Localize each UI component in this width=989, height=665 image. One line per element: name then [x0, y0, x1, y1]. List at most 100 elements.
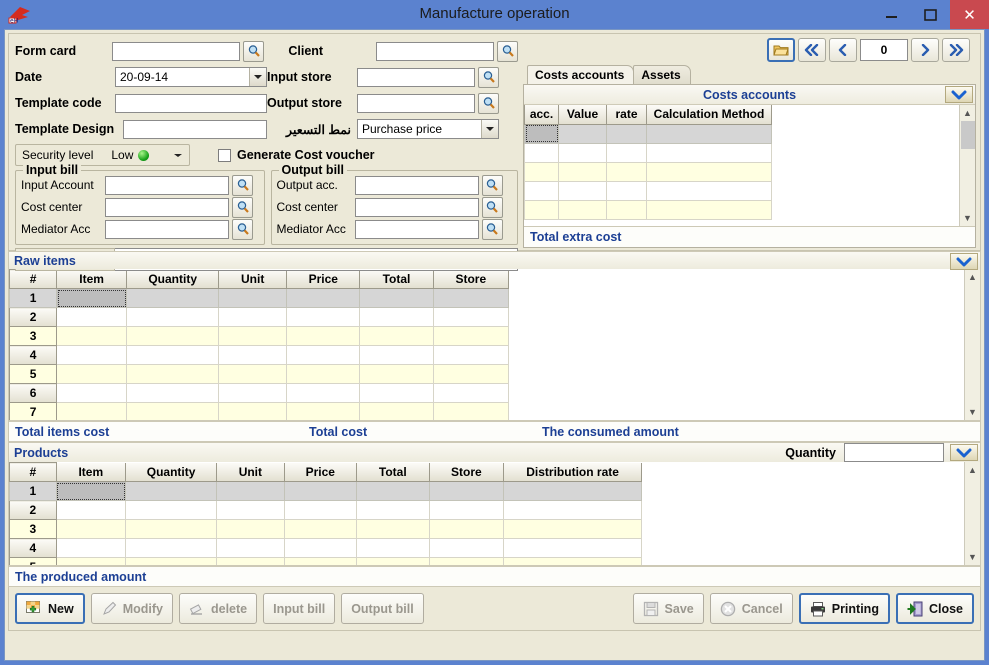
- input-cost-center-input[interactable]: [105, 197, 229, 217]
- input-store-lookup-icon[interactable]: [478, 66, 499, 88]
- output-bill-button[interactable]: Output bill: [341, 593, 424, 624]
- cancel-circle-icon: [720, 601, 737, 617]
- input-cost-center-lookup-icon[interactable]: [232, 196, 253, 218]
- modify-button-label: Modify: [122, 601, 163, 616]
- chevron-down-icon: [481, 120, 498, 138]
- col-value: Value: [558, 105, 607, 125]
- open-record-button[interactable]: [767, 38, 795, 62]
- input-account-lookup-icon[interactable]: [232, 174, 253, 196]
- raw-items-scrollbar[interactable]: ▲ ▼: [964, 269, 980, 420]
- scroll-down-icon[interactable]: ▼: [965, 549, 981, 565]
- save-button[interactable]: Save: [632, 593, 704, 624]
- tab-costs-accounts[interactable]: Costs accounts: [527, 65, 635, 84]
- row-index: 3: [9, 326, 58, 346]
- generate-cost-voucher-checkbox[interactable]: [218, 148, 231, 162]
- template-code-input[interactable]: [115, 93, 267, 113]
- next-record-button[interactable]: [911, 38, 939, 62]
- table-row[interactable]: [524, 161, 772, 182]
- output-mediator-input[interactable]: [354, 219, 479, 239]
- output-cost-center-lookup-icon[interactable]: [481, 196, 503, 218]
- table-row[interactable]: 7: [9, 402, 510, 420]
- table-header-row: # Item Quantity Unit Price Total Store: [9, 269, 510, 289]
- form-card-input[interactable]: [112, 41, 241, 61]
- table-row[interactable]: 1: [9, 288, 510, 308]
- last-record-button[interactable]: [942, 38, 970, 62]
- products-grid[interactable]: # Item Quantity Unit Price Total Store D…: [8, 462, 981, 566]
- first-record-button[interactable]: [798, 38, 826, 62]
- exit-door-icon: [907, 601, 924, 617]
- table-row[interactable]: 4: [9, 538, 642, 558]
- input-account-input[interactable]: [105, 175, 229, 195]
- costs-accounts-grid[interactable]: acc. Value rate Calculation Method ▲ ▼: [524, 105, 975, 226]
- produced-amount-label: The produced amount: [8, 566, 981, 587]
- chevron-down-icon: [171, 153, 185, 157]
- raw-items-grid[interactable]: # Item Quantity Unit Price Total Store 1…: [8, 269, 981, 421]
- modify-button[interactable]: Modify: [90, 593, 173, 624]
- cancel-button[interactable]: Cancel: [709, 593, 793, 624]
- pricing-mode-dropdown[interactable]: Purchase price: [357, 119, 499, 139]
- delete-button[interactable]: delete: [178, 593, 258, 624]
- row-templatedesign-pricingmode: Template Design نمط التسعير Purchase pri…: [15, 116, 518, 142]
- tab-assets[interactable]: Assets: [633, 65, 691, 84]
- client-lookup-icon[interactable]: [497, 40, 518, 62]
- scroll-up-icon[interactable]: ▲: [960, 105, 976, 121]
- template-design-label: Template Design: [15, 122, 115, 136]
- output-store-label: Output store: [267, 96, 342, 110]
- close-button-action[interactable]: Close: [895, 593, 974, 624]
- input-store-input[interactable]: [357, 67, 475, 87]
- table-row[interactable]: 2: [9, 307, 510, 327]
- input-bill-button-label: Input bill: [273, 601, 326, 616]
- record-number-input[interactable]: 0: [860, 39, 908, 61]
- table-row[interactable]: [524, 199, 772, 220]
- products-scrollbar[interactable]: ▲ ▼: [964, 462, 980, 565]
- output-store-lookup-icon[interactable]: [478, 92, 499, 114]
- output-store-input[interactable]: [357, 93, 475, 113]
- table-row[interactable]: [524, 123, 772, 144]
- output-account-lookup-icon[interactable]: [481, 174, 503, 196]
- status-led-icon: [138, 149, 150, 161]
- printing-button[interactable]: Printing: [798, 593, 890, 624]
- costs-accounts-scrollbar[interactable]: ▲ ▼: [959, 105, 975, 226]
- table-row[interactable]: 1: [9, 481, 642, 501]
- chevron-down-icon[interactable]: [950, 444, 978, 461]
- table-row[interactable]: [524, 180, 772, 201]
- input-bill-button[interactable]: Input bill: [263, 593, 336, 624]
- output-cost-center-input[interactable]: [354, 197, 479, 217]
- table-row[interactable]: [524, 142, 772, 163]
- row-index: 2: [9, 307, 58, 327]
- template-design-input[interactable]: [123, 119, 267, 139]
- floppy-icon: [643, 601, 660, 617]
- date-label: Date: [15, 70, 43, 84]
- output-mediator-lookup-icon[interactable]: [481, 218, 503, 240]
- client-area: Form card Client Date 20-09-14 Input sto…: [4, 29, 985, 661]
- output-account-input[interactable]: [354, 175, 479, 195]
- scroll-up-icon[interactable]: ▲: [965, 462, 981, 478]
- table-row[interactable]: 3: [9, 326, 510, 346]
- chevron-down-icon[interactable]: [945, 86, 973, 103]
- date-picker[interactable]: 20-09-14: [115, 67, 267, 87]
- products-quantity-input[interactable]: [844, 443, 944, 462]
- table-row[interactable]: 4: [9, 345, 510, 365]
- row-index: 3: [9, 519, 57, 539]
- table-row[interactable]: 6: [9, 383, 510, 403]
- table-row[interactable]: 5: [9, 364, 510, 384]
- table-row[interactable]: 5: [9, 557, 642, 565]
- chevron-down-icon[interactable]: [950, 253, 978, 270]
- scroll-up-icon[interactable]: ▲: [965, 269, 981, 285]
- new-button[interactable]: New: [15, 593, 85, 624]
- scrollbar-thumb[interactable]: [960, 121, 975, 149]
- col-store: Store: [432, 269, 510, 289]
- col-distribution-rate: Distribution rate: [503, 462, 642, 482]
- row-index: 4: [9, 538, 57, 558]
- input-mediator-lookup-icon[interactable]: [232, 218, 253, 240]
- table-row[interactable]: 3: [9, 519, 642, 539]
- previous-record-button[interactable]: [829, 38, 857, 62]
- form-card-lookup-icon[interactable]: [243, 40, 265, 62]
- input-mediator-input[interactable]: [105, 219, 229, 239]
- scroll-down-icon[interactable]: ▼: [965, 404, 981, 420]
- input-cost-center-label: Cost center: [21, 200, 83, 214]
- table-row[interactable]: 2: [9, 500, 642, 520]
- client-input[interactable]: [376, 41, 494, 61]
- close-button-label: Close: [928, 601, 963, 616]
- scroll-down-icon[interactable]: ▼: [960, 210, 976, 226]
